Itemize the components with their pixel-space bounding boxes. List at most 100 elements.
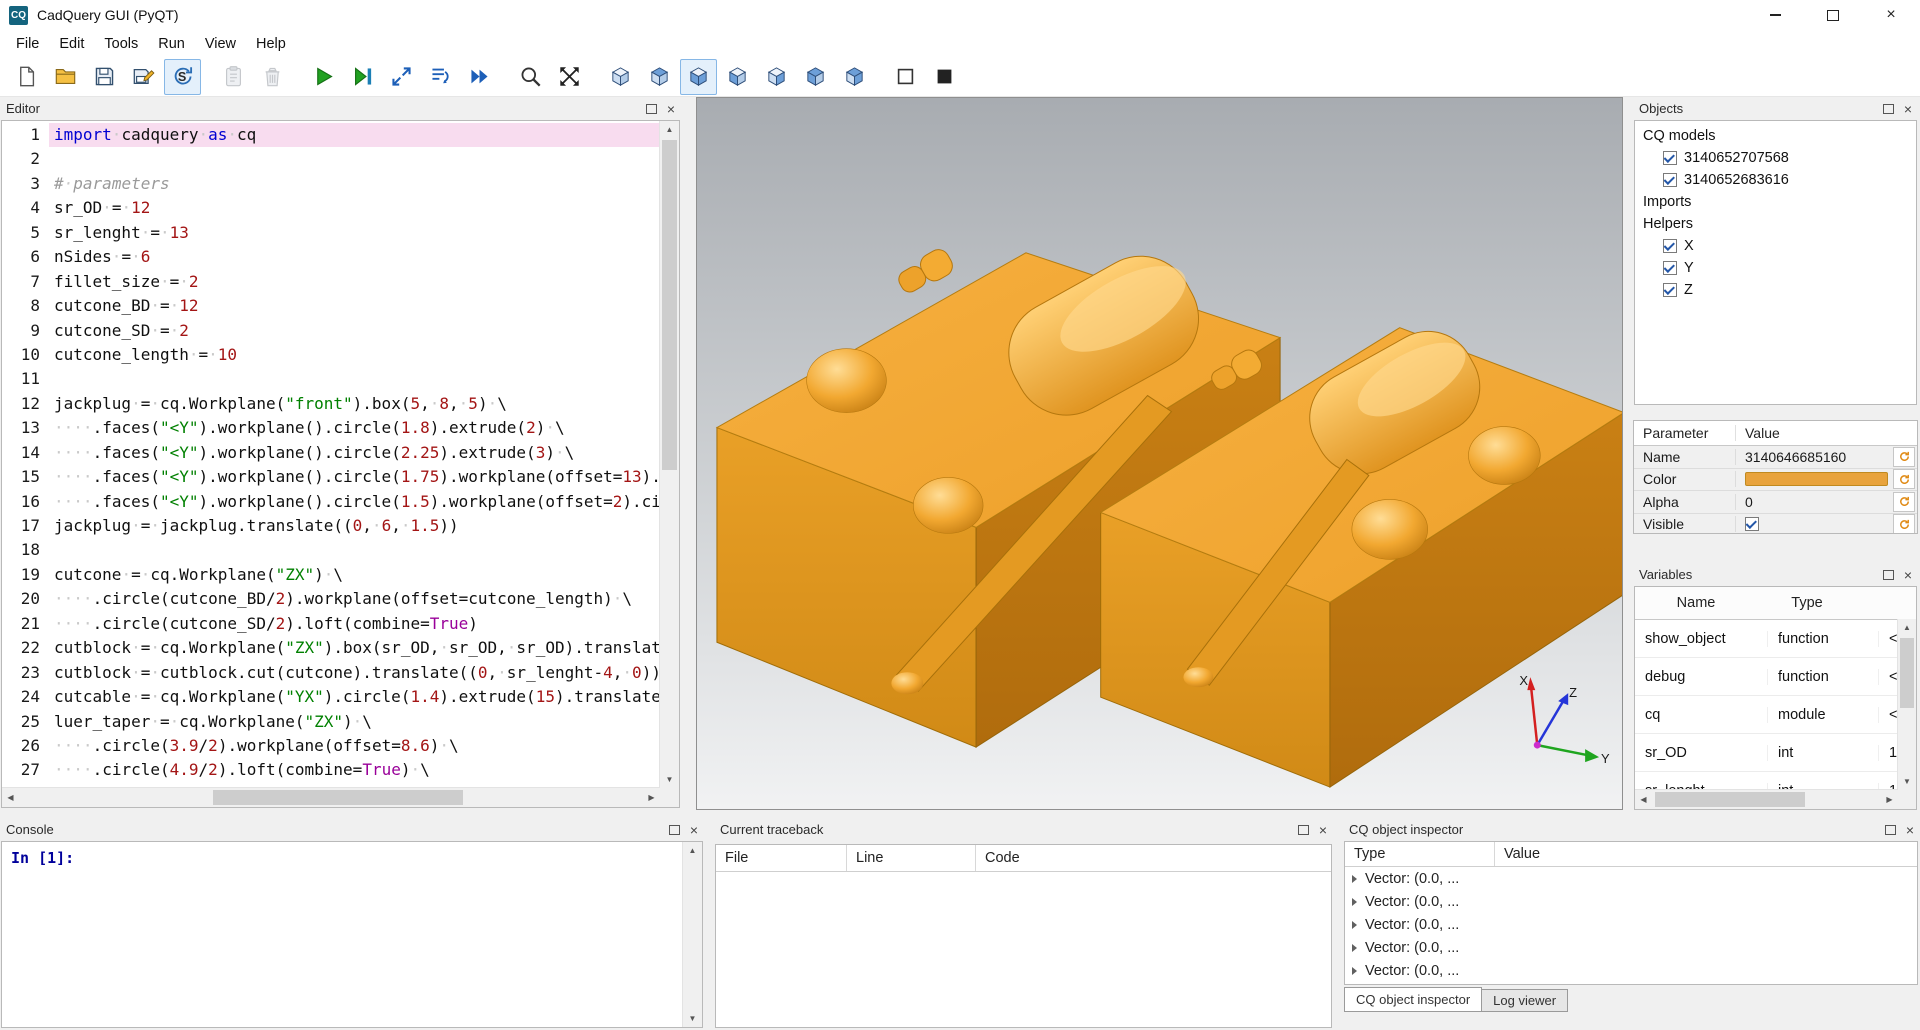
- value-column-header[interactable]: Value: [1736, 425, 1917, 441]
- variables-close-button[interactable]: ×: [1904, 568, 1912, 582]
- code-line-9[interactable]: 9cutcone_SD·=·2: [2, 319, 660, 343]
- view-left-button[interactable]: [797, 59, 834, 95]
- save-as-button[interactable]: [125, 59, 162, 95]
- view-top-button[interactable]: [641, 59, 678, 95]
- splitter-editor-viewport[interactable]: [681, 97, 696, 810]
- objects-close-button[interactable]: ×: [1904, 102, 1912, 116]
- code-editor[interactable]: 1import·cadquery·as·cq23#·parameters4sr_…: [1, 120, 680, 808]
- code-area[interactable]: 1import·cadquery·as·cq23#·parameters4sr_…: [2, 121, 660, 788]
- view-iso-button[interactable]: [602, 59, 639, 95]
- tree-item-3140652707568[interactable]: 3140652707568: [1635, 147, 1916, 169]
- console-output[interactable]: In [1]: ▲ ▼: [1, 841, 703, 1028]
- close-button[interactable]: ×: [1862, 0, 1920, 30]
- wireframe-button[interactable]: [887, 59, 924, 95]
- reset-alpha-button[interactable]: [1893, 492, 1915, 512]
- scroll-up-arrow[interactable]: ▲: [1898, 619, 1916, 636]
- tree-item-y[interactable]: Y: [1635, 257, 1916, 279]
- code-line-1[interactable]: 1import·cadquery·as·cq: [2, 123, 660, 147]
- menu-view[interactable]: View: [195, 32, 246, 56]
- view-front-button[interactable]: [719, 59, 756, 95]
- inspector-close-button[interactable]: ×: [1906, 823, 1914, 837]
- traceback-float-button[interactable]: [1298, 825, 1309, 835]
- code-line-19[interactable]: 19cutcone·=·cq.Workplane("ZX")·\: [2, 563, 660, 587]
- traceback-close-button[interactable]: ×: [1319, 823, 1327, 837]
- scrollbar-thumb[interactable]: [662, 140, 677, 470]
- visibility-checkbox[interactable]: [1663, 239, 1677, 253]
- visibility-checkbox[interactable]: [1663, 151, 1677, 165]
- code-line-5[interactable]: 5sr_lenght·=·13: [2, 221, 660, 245]
- code-line-25[interactable]: 25luer_taper·=·cq.Workplane("ZX")·\: [2, 710, 660, 734]
- scroll-down-arrow[interactable]: ▼: [683, 1010, 702, 1027]
- tab-log-viewer[interactable]: Log viewer: [1481, 989, 1568, 1012]
- variables-horizontal-scrollbar[interactable]: ◀ ▶: [1635, 789, 1898, 809]
- fit-all-button[interactable]: [551, 59, 588, 95]
- scroll-up-arrow[interactable]: ▲: [683, 842, 702, 859]
- menu-run[interactable]: Run: [148, 32, 195, 56]
- objects-float-button[interactable]: [1883, 104, 1894, 114]
- code-line-16[interactable]: 16····.faces("<Y").workplane().circle(1.…: [2, 490, 660, 514]
- expand-chevron-icon[interactable]: [1352, 875, 1357, 883]
- console-float-button[interactable]: [669, 825, 680, 835]
- splitter-viewport-right[interactable]: [1623, 97, 1633, 810]
- scroll-left-arrow[interactable]: ◀: [1635, 790, 1652, 809]
- code-column-header[interactable]: Code: [976, 845, 1331, 871]
- autoreload-button[interactable]: S: [164, 59, 201, 95]
- scroll-right-arrow[interactable]: ▶: [643, 788, 660, 807]
- reset-color-button[interactable]: [1893, 469, 1915, 489]
- visibility-checkbox[interactable]: [1663, 261, 1677, 275]
- code-line-23[interactable]: 23cutblock·=·cutblock.cut(cutcone).trans…: [2, 661, 660, 685]
- code-line-18[interactable]: 18: [2, 538, 660, 562]
- editor-close-button[interactable]: ×: [667, 102, 675, 116]
- editor-horizontal-scrollbar[interactable]: ◀ ▶: [2, 787, 660, 807]
- variable-row-cq[interactable]: cqmodule<m: [1635, 696, 1916, 734]
- code-line-22[interactable]: 22cutblock·=·cq.Workplane("ZX").box(sr_O…: [2, 636, 660, 660]
- inspector-row-3[interactable]: Vector: (0.0, ...: [1345, 913, 1917, 936]
- code-line-20[interactable]: 20····.circle(cutcone_BD/2).workplane(of…: [2, 587, 660, 611]
- inspector-row-5[interactable]: Vector: (0.0, ...: [1345, 959, 1917, 982]
- inspector-float-button[interactable]: [1885, 825, 1896, 835]
- maximize-button[interactable]: [1804, 0, 1862, 30]
- menu-tools[interactable]: Tools: [94, 32, 148, 56]
- scrollbar-thumb[interactable]: [213, 790, 463, 805]
- view-bottom-button[interactable]: [680, 59, 717, 95]
- inspector-row-4[interactable]: Vector: (0.0, ...: [1345, 936, 1917, 959]
- inspector-row-1[interactable]: Vector: (0.0, ...: [1345, 867, 1917, 890]
- variable-row-show_object[interactable]: show_objectfunction<f: [1635, 620, 1916, 658]
- scroll-up-arrow[interactable]: ▲: [660, 121, 679, 138]
- code-line-3[interactable]: 3#·parameters: [2, 172, 660, 196]
- new-file-button[interactable]: [8, 59, 45, 95]
- editor-float-button[interactable]: [646, 104, 657, 114]
- variable-row-sr_OD[interactable]: sr_ODint12: [1635, 734, 1916, 772]
- reset-visible-button[interactable]: [1893, 514, 1915, 534]
- code-line-12[interactable]: 12jackplug·=·cq.Workplane("front").box(5…: [2, 392, 660, 416]
- view-back-button[interactable]: [758, 59, 795, 95]
- name-column-header[interactable]: Name: [1635, 595, 1757, 611]
- code-line-24[interactable]: 24cutcable·=·cq.Workplane("YX").circle(1…: [2, 685, 660, 709]
- code-line-15[interactable]: 15····.faces("<Y").workplane().circle(1.…: [2, 465, 660, 489]
- variable-row-debug[interactable]: debugfunction<f: [1635, 658, 1916, 696]
- step-in-button[interactable]: [422, 59, 459, 95]
- tree-group-imports[interactable]: Imports: [1635, 191, 1916, 213]
- splitter-main-bottom[interactable]: [0, 810, 1920, 818]
- menu-help[interactable]: Help: [246, 32, 296, 56]
- tree-item-x[interactable]: X: [1635, 235, 1916, 257]
- tree-group-helpers[interactable]: Helpers: [1635, 213, 1916, 235]
- scroll-down-arrow[interactable]: ▼: [1898, 773, 1916, 790]
- expand-chevron-icon[interactable]: [1352, 921, 1357, 929]
- code-line-10[interactable]: 10cutcone_length·=·10: [2, 343, 660, 367]
- scrollbar-thumb[interactable]: [1655, 792, 1805, 807]
- color-swatch[interactable]: [1745, 472, 1888, 486]
- expand-chevron-icon[interactable]: [1352, 944, 1357, 952]
- inspector-row-2[interactable]: Vector: (0.0, ...: [1345, 890, 1917, 913]
- tree-item-z[interactable]: Z: [1635, 279, 1916, 301]
- expand-chevron-icon[interactable]: [1352, 898, 1357, 906]
- menu-edit[interactable]: Edit: [49, 32, 94, 56]
- code-line-8[interactable]: 8cutcone_BD·=·12: [2, 294, 660, 318]
- reset-name-button[interactable]: [1893, 447, 1915, 467]
- variables-float-button[interactable]: [1883, 570, 1894, 580]
- tree-group-cq-models[interactable]: CQ models: [1635, 125, 1916, 147]
- scrollbar-thumb[interactable]: [1900, 638, 1914, 708]
- viewport-3d[interactable]: X Z Y: [696, 97, 1623, 810]
- code-line-26[interactable]: 26····.circle(3.9/2).workplane(offset=8.…: [2, 734, 660, 758]
- copy-screenshot-button[interactable]: [215, 59, 252, 95]
